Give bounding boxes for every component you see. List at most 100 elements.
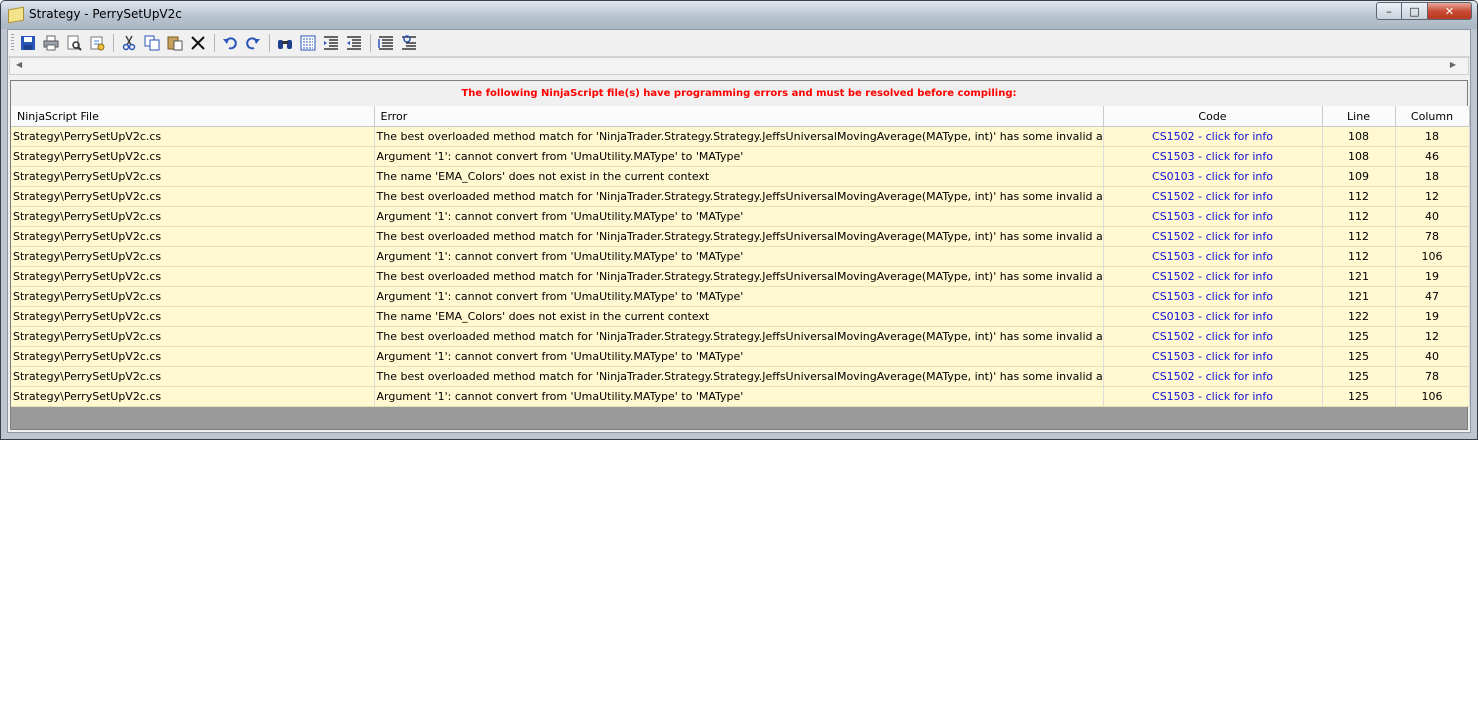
column-header-error[interactable]: Error <box>374 106 1104 127</box>
outdent-button[interactable] <box>344 33 364 53</box>
error-column-cell: 46 <box>1395 146 1470 167</box>
editor-toolbar <box>8 30 1470 57</box>
error-code-link[interactable]: CS1502 - click for info <box>1103 366 1323 387</box>
error-file-cell: Strategy\PerrySetUpV2c.cs <box>11 166 375 187</box>
horizontal-scrollbar[interactable]: ◀ ▶ <box>9 57 1469 75</box>
maximize-button[interactable]: □ <box>1402 2 1428 20</box>
maximize-icon: □ <box>1409 4 1420 18</box>
paste-icon <box>167 36 183 51</box>
undo-button[interactable] <box>220 33 240 53</box>
error-code-link[interactable]: CS0103 - click for info <box>1103 166 1323 187</box>
scroll-right-icon[interactable]: ▶ <box>1450 60 1456 69</box>
error-code-link[interactable]: CS1502 - click for info <box>1103 186 1323 207</box>
error-code-link[interactable]: CS1502 - click for info <box>1103 266 1323 287</box>
error-column-cell: 18 <box>1395 166 1470 187</box>
error-code-link[interactable]: CS1502 - click for info <box>1103 226 1323 247</box>
find-button[interactable] <box>275 33 295 53</box>
save-icon <box>21 36 35 50</box>
toolbar-grip[interactable] <box>11 34 14 52</box>
error-column-cell: 40 <box>1395 346 1470 367</box>
error-line-cell: 122 <box>1322 306 1396 327</box>
error-line-cell: 108 <box>1322 146 1396 167</box>
error-code-link[interactable]: CS1503 - click for info <box>1103 146 1323 167</box>
error-code-link[interactable]: CS1503 - click for info <box>1103 386 1323 407</box>
error-column-cell: 106 <box>1395 386 1470 407</box>
error-message-cell: Argument '1': cannot convert from 'UmaUt… <box>374 286 1104 307</box>
error-column-cell: 19 <box>1395 266 1470 287</box>
error-column-cell: 12 <box>1395 186 1470 207</box>
error-row[interactable]: Strategy\PerrySetUpV2c.cs The best overlo… <box>11 186 1470 207</box>
indent-button[interactable] <box>321 33 341 53</box>
error-code-link[interactable]: CS0103 - click for info <box>1103 306 1323 327</box>
redo-icon <box>246 37 260 50</box>
uncomment-button[interactable] <box>399 33 419 53</box>
error-code-link[interactable]: CS1503 - click for info <box>1103 246 1323 267</box>
error-file-cell: Strategy\PerrySetUpV2c.cs <box>11 326 375 347</box>
find-icon <box>278 40 292 49</box>
redo-button[interactable] <box>243 33 263 53</box>
error-row[interactable]: Strategy\PerrySetUpV2c.cs Argument '1': c… <box>11 206 1470 227</box>
error-row[interactable]: Strategy\PerrySetUpV2c.cs The best overlo… <box>11 366 1470 387</box>
error-message-cell: Argument '1': cannot convert from 'UmaUt… <box>374 246 1104 267</box>
error-row[interactable]: Strategy\PerrySetUpV2c.cs Argument '1': c… <box>11 146 1470 167</box>
error-row[interactable]: Strategy\PerrySetUpV2c.cs The best overlo… <box>11 326 1470 347</box>
column-header-line[interactable]: Line <box>1322 106 1396 127</box>
error-row[interactable]: Strategy\PerrySetUpV2c.cs Argument '1': c… <box>11 286 1470 307</box>
error-file-cell: Strategy\PerrySetUpV2c.cs <box>11 266 375 287</box>
error-message-cell: The best overloaded method match for 'Ni… <box>374 226 1104 247</box>
print-preview-button[interactable] <box>64 33 84 53</box>
copy-button[interactable] <box>142 33 162 53</box>
error-row[interactable]: Strategy\PerrySetUpV2c.cs Argument '1': c… <box>11 246 1470 267</box>
column-header-column[interactable]: Column <box>1395 106 1470 127</box>
error-code-link[interactable]: CS1503 - click for info <box>1103 206 1323 227</box>
undo-icon <box>223 37 237 50</box>
save-button[interactable] <box>18 33 38 53</box>
error-code-link[interactable]: CS1502 - click for info <box>1103 326 1323 347</box>
uncomment-icon <box>402 35 416 50</box>
comment-button[interactable] <box>376 33 396 53</box>
column-header-file[interactable]: NinjaScript File <box>11 106 375 127</box>
error-file-cell: Strategy\PerrySetUpV2c.cs <box>11 126 375 147</box>
error-row[interactable]: Strategy\PerrySetUpV2c.cs The name 'EMA_C… <box>11 306 1470 327</box>
error-column-cell: 78 <box>1395 226 1470 247</box>
error-row[interactable]: Strategy\PerrySetUpV2c.cs The best overlo… <box>11 226 1470 247</box>
editor-window: Strategy - PerrySetUpV2c – □ ✕ ◀ ▶ The f… <box>0 0 1478 440</box>
error-row[interactable]: Strategy\PerrySetUpV2c.cs The best overlo… <box>11 126 1470 147</box>
window-title: Strategy - PerrySetUpV2c <box>29 7 182 21</box>
error-message-cell: The name 'EMA_Colors' does not exist in … <box>374 166 1104 187</box>
minimize-button[interactable]: – <box>1376 2 1402 20</box>
minimize-icon: – <box>1386 4 1392 18</box>
page-setup-button[interactable] <box>87 33 107 53</box>
print-icon <box>43 35 59 51</box>
error-row[interactable]: Strategy\PerrySetUpV2c.cs Argument '1': c… <box>11 386 1470 407</box>
error-column-cell: 106 <box>1395 246 1470 267</box>
paste-button[interactable] <box>165 33 185 53</box>
error-column-cell: 18 <box>1395 126 1470 147</box>
error-file-cell: Strategy\PerrySetUpV2c.cs <box>11 226 375 247</box>
error-message-cell: The name 'EMA_Colors' does not exist in … <box>374 306 1104 327</box>
error-file-cell: Strategy\PerrySetUpV2c.cs <box>11 346 375 367</box>
find-replace-button[interactable] <box>298 33 318 53</box>
column-header-code[interactable]: Code <box>1103 106 1323 127</box>
error-message-cell: Argument '1': cannot convert from 'UmaUt… <box>374 346 1104 367</box>
print-preview-icon <box>67 35 82 51</box>
title-bar[interactable]: Strategy - PerrySetUpV2c – □ ✕ <box>1 1 1477 29</box>
cut-icon <box>122 35 136 51</box>
page-setup-icon <box>90 36 105 51</box>
delete-button[interactable] <box>188 33 208 53</box>
error-line-cell: 121 <box>1322 266 1396 287</box>
error-line-cell: 121 <box>1322 286 1396 307</box>
error-code-link[interactable]: CS1502 - click for info <box>1103 126 1323 147</box>
error-message-cell: The best overloaded method match for 'Ni… <box>374 326 1104 347</box>
cut-button[interactable] <box>119 33 139 53</box>
error-row[interactable]: Strategy\PerrySetUpV2c.cs The best overlo… <box>11 266 1470 287</box>
close-button[interactable]: ✕ <box>1428 2 1472 20</box>
error-row[interactable]: Strategy\PerrySetUpV2c.cs Argument '1': c… <box>11 346 1470 367</box>
print-button[interactable] <box>41 33 61 53</box>
error-row[interactable]: Strategy\PerrySetUpV2c.cs The name 'EMA_C… <box>11 166 1470 187</box>
scroll-left-icon[interactable]: ◀ <box>16 60 22 69</box>
error-code-link[interactable]: CS1503 - click for info <box>1103 286 1323 307</box>
error-code-link[interactable]: CS1503 - click for info <box>1103 346 1323 367</box>
copy-icon <box>144 35 160 51</box>
window-client-area: ◀ ▶ The following NinjaScript file(s) ha… <box>7 29 1471 433</box>
